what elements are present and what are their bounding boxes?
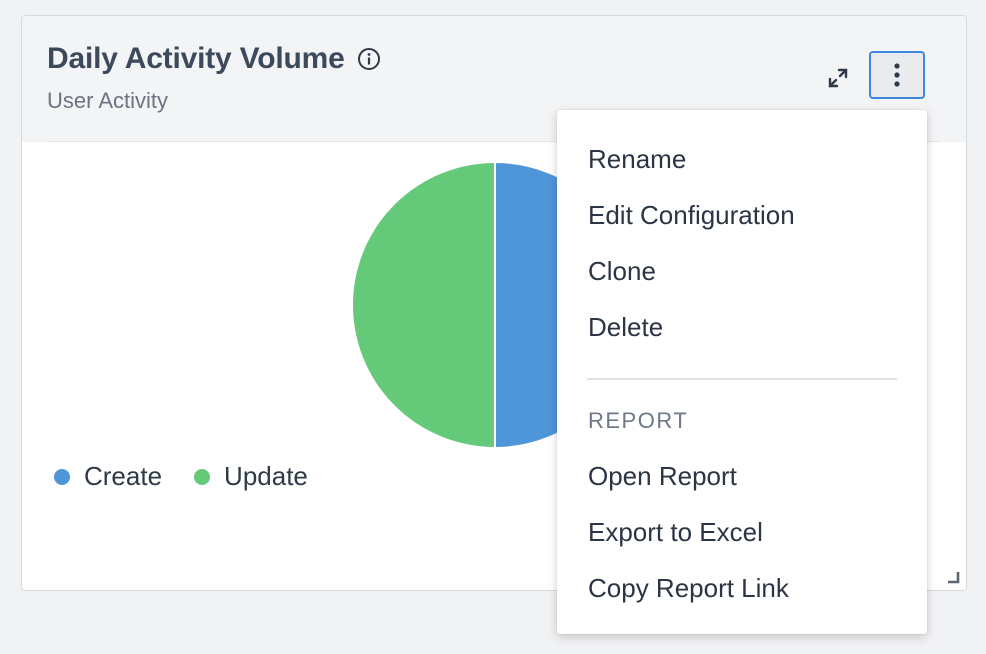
legend-label-update: Update (224, 461, 308, 491)
legend-label-create: Create (84, 461, 163, 491)
menu-item-edit-configuration[interactable]: Edit Configuration (588, 200, 795, 231)
menu-item-delete[interactable]: Delete (588, 312, 663, 343)
expand-button[interactable] (820, 60, 856, 96)
menu-item-rename[interactable]: Rename (588, 144, 686, 175)
menu-section-report: REPORT (588, 408, 689, 433)
legend-item-update[interactable]: Update (194, 461, 308, 492)
expand-icon (828, 68, 848, 88)
menu-item-clone[interactable]: Clone (588, 256, 656, 287)
legend-dot-create (54, 468, 70, 485)
chart-legend: Create Update (54, 461, 340, 492)
legend-dot-update (194, 468, 211, 485)
info-icon[interactable] (357, 47, 381, 71)
resize-handle-icon[interactable] (946, 570, 960, 584)
widget-subtitle: User Activity (47, 88, 169, 113)
pie-slice-update[interactable] (351, 160, 496, 450)
more-options-button[interactable] (869, 51, 925, 99)
menu-item-copy-report-link[interactable]: Copy Report Link (588, 573, 789, 604)
menu-divider (587, 378, 897, 380)
legend-item-create[interactable]: Create (54, 461, 162, 492)
widget-title: Daily Activity Volume (47, 42, 345, 75)
menu-item-export-excel[interactable]: Export to Excel (588, 517, 763, 548)
options-menu: Rename Edit Configuration Clone Delete R… (557, 110, 927, 634)
more-vertical-icon (894, 63, 900, 87)
title-row: Daily Activity Volume (47, 42, 381, 76)
menu-item-open-report[interactable]: Open Report (588, 461, 737, 492)
